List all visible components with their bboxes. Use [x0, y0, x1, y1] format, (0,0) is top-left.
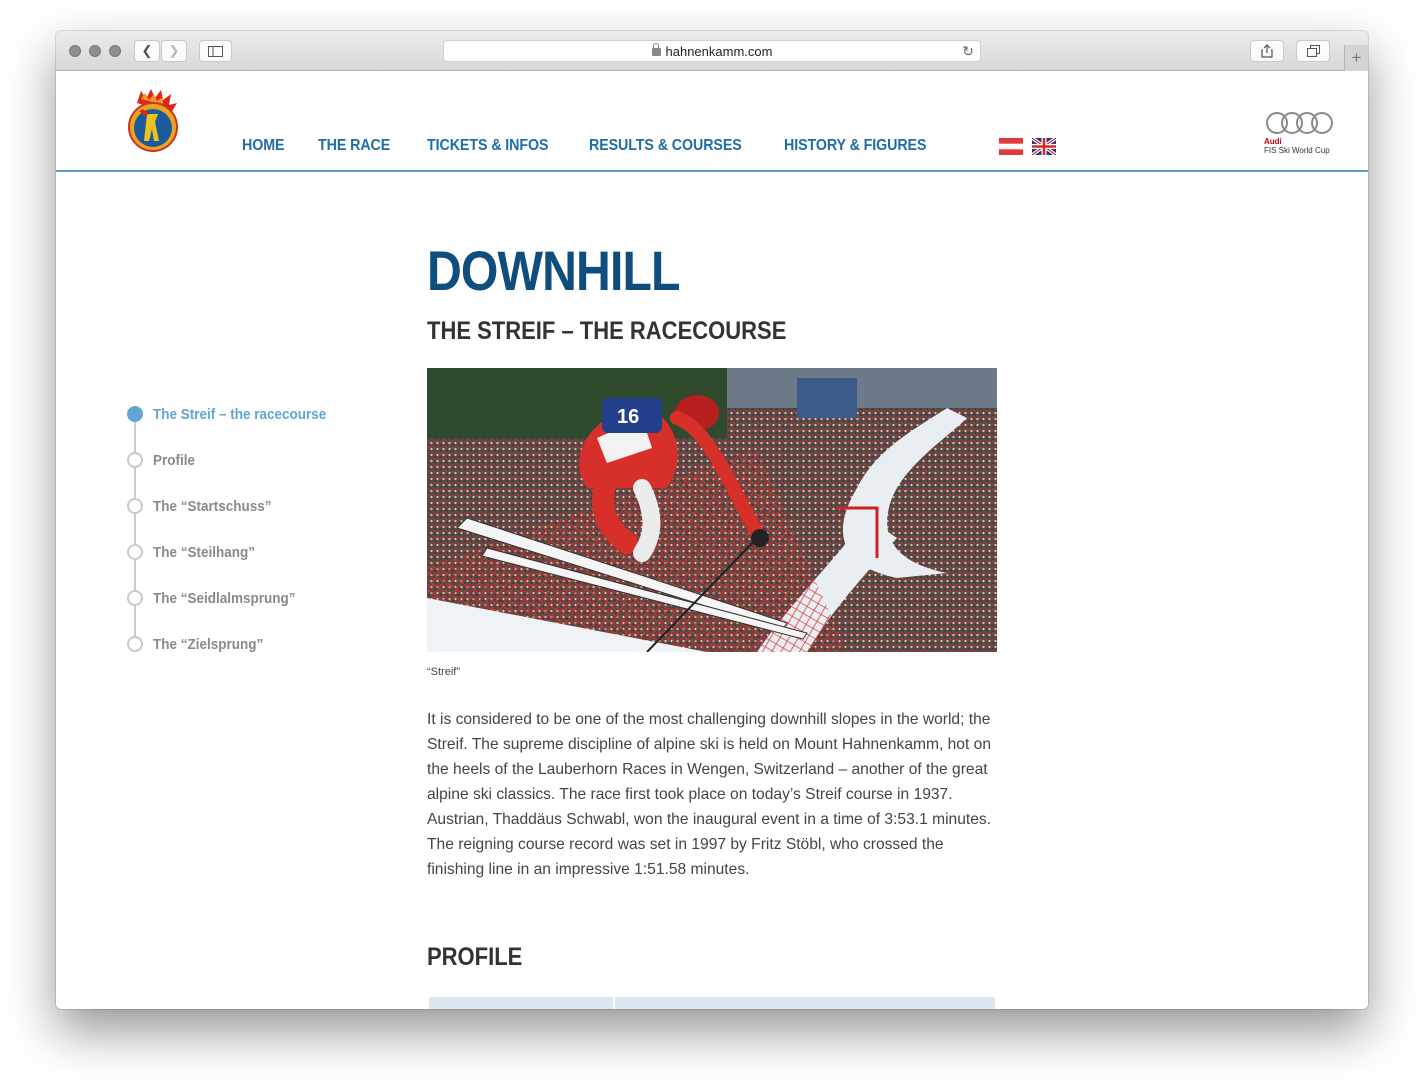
site-header: HOME THE RACE TICKETS & INFOS RESULTS & …	[56, 71, 1368, 172]
main-navigation: HOME THE RACE TICKETS & INFOS RESULTS & …	[242, 137, 939, 155]
dot-icon	[127, 636, 143, 652]
section-link-label: The “Seidlalmsprung”	[153, 589, 296, 607]
minimize-window-button[interactable]	[89, 45, 101, 57]
tabs-icon	[1306, 45, 1320, 57]
section-link-label: Profile	[153, 451, 196, 469]
audi-rings-icon	[1264, 112, 1333, 134]
section-link-label: The Streif – the racecourse	[153, 405, 327, 423]
bib-number: 16	[617, 406, 639, 428]
hahnenkamm-logo[interactable]	[125, 89, 181, 153]
sponsor-brand: Audi	[1264, 137, 1282, 146]
nav-tickets-infos[interactable]: TICKETS & INFOS	[427, 137, 549, 155]
sponsor-tagline: FIS Ski World Cup	[1264, 146, 1330, 155]
reload-icon[interactable]: ↻	[962, 43, 974, 60]
section-link-streif[interactable]: The Streif – the racecourse	[127, 404, 346, 424]
nav-the-race[interactable]: THE RACE	[318, 137, 390, 155]
page-title: DOWNHILL	[427, 239, 680, 302]
section-link-zielsprung[interactable]: The “Zielsprung”	[127, 634, 276, 654]
browser-window: ❮ ❯ hahnenkamm.com ↻ + HOME THE RACE TIC…	[56, 31, 1368, 1009]
section-link-seidlalmsprung[interactable]: The “Seidlalmsprung”	[127, 588, 311, 608]
tabs-overview-button[interactable]	[1296, 40, 1330, 62]
course-description: It is considered to be one of the most c…	[427, 711, 992, 878]
nav-home[interactable]: HOME	[242, 137, 285, 155]
dot-icon	[127, 452, 143, 468]
profile-heading: PROFILE	[427, 943, 523, 971]
table-header-cell	[429, 997, 613, 1009]
austria-flag-icon[interactable]	[999, 138, 1023, 155]
section-link-startschuss[interactable]: The “Startschuss”	[127, 496, 285, 516]
section-title: THE STREIF – THE RACECOURSE	[427, 317, 787, 345]
uk-flag-icon[interactable]	[1032, 138, 1056, 155]
plus-icon: +	[1351, 48, 1362, 67]
new-tab-button[interactable]: +	[1344, 45, 1368, 71]
address-bar[interactable]: hahnenkamm.com ↻	[443, 40, 981, 62]
sidebar-icon	[208, 45, 223, 57]
audi-sponsor-logo[interactable]: Audi FIS Ski World Cup	[1264, 112, 1336, 162]
share-icon	[1261, 44, 1273, 58]
skier-illustration: 16	[427, 368, 997, 652]
dot-icon	[127, 544, 143, 560]
chevron-left-icon: ❮	[141, 43, 153, 58]
dot-icon	[127, 498, 143, 514]
close-window-button[interactable]	[69, 45, 81, 57]
nav-results-courses[interactable]: RESULTS & COURSES	[589, 137, 742, 155]
sidebar-toggle-button[interactable]	[199, 40, 232, 62]
browser-toolbar: ❮ ❯ hahnenkamm.com ↻ +	[56, 31, 1368, 71]
back-button[interactable]: ❮	[134, 40, 160, 62]
downhill-skier-photo: 16	[427, 368, 997, 652]
section-link-steilhang[interactable]: The “Steilhang”	[127, 542, 266, 562]
image-caption: “Streif”	[427, 666, 460, 678]
section-link-label: The “Zielsprung”	[153, 635, 264, 653]
section-link-profile[interactable]: Profile	[127, 450, 200, 470]
url-text: hahnenkamm.com	[665, 43, 773, 59]
lock-icon	[651, 43, 661, 56]
share-button[interactable]	[1250, 40, 1284, 62]
chevron-right-icon: ❯	[168, 43, 180, 58]
profile-table-header	[429, 997, 995, 1009]
active-dot-icon	[127, 406, 143, 422]
zoom-window-button[interactable]	[109, 45, 121, 57]
section-link-label: The “Startschuss”	[153, 497, 272, 515]
forward-button[interactable]: ❯	[161, 40, 187, 62]
section-link-label: The “Steilhang”	[153, 543, 256, 561]
nav-history-figures[interactable]: HISTORY & FIGURES	[784, 137, 926, 155]
table-header-cell	[615, 997, 995, 1009]
dot-icon	[127, 590, 143, 606]
